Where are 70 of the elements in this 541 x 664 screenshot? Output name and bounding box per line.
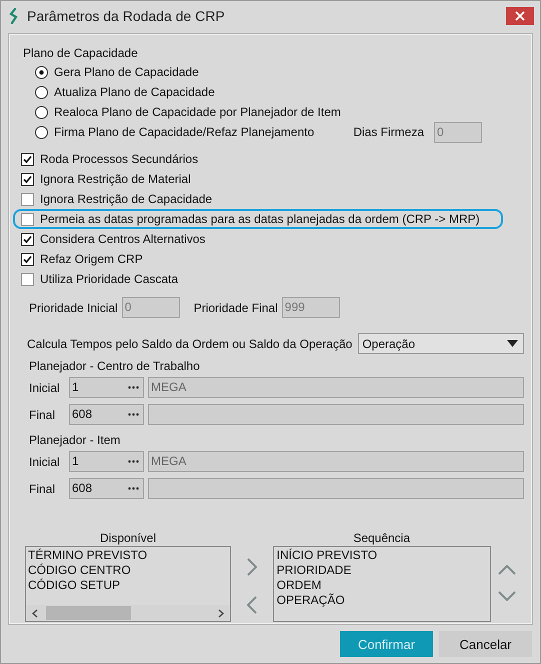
close-icon [515,11,525,21]
horizontal-scrollbar[interactable] [26,605,230,621]
move-left-icon[interactable] [246,596,257,614]
list-item[interactable]: CÓDIGO CENTRO [28,563,228,578]
radio-button[interactable] [35,106,48,118]
field-label: Inicial [29,454,61,468]
ellipsis-icon [128,487,139,490]
ellipsis-icon [128,460,139,463]
checkbox-label: Ignora Restrição de Material [40,172,191,186]
section-title: Plano de Capacidade [23,45,139,62]
code-field[interactable]: 1 [69,451,144,472]
sequence-list[interactable]: INÍCIO PREVISTO PRIORIDADE ORDEM OPERAÇÃO [272,546,491,622]
dropdown-arrow-icon [507,340,518,347]
move-up-icon[interactable] [498,565,516,575]
code-field[interactable]: 608 [69,404,144,425]
checkbox[interactable] [21,172,34,186]
scroll-right-icon[interactable] [218,608,224,618]
description-field[interactable]: MEGA [148,451,524,472]
close-button[interactable] [506,7,534,25]
radio-label: Gera Plano de Capacidade [54,65,199,79]
checkbox-label: Refaz Origem CRP [40,252,143,266]
checkbox-label: Utiliza Prioridade Cascata [40,272,178,286]
available-list[interactable]: TÉRMINO PREVISTO CÓDIGO CENTRO CÓDIGO SETUP [25,546,231,622]
checkbox[interactable] [21,232,34,246]
radio-label: Firma Plano de Capacidade/Refaz Planejamento [54,125,314,139]
checkbox[interactable] [21,272,34,286]
dropdown[interactable]: Operação [358,333,524,354]
code-field[interactable]: 1 [69,377,144,398]
radio-label: Realoca Plano de Capacidade por Planejador de Item [54,105,341,119]
scroll-left-icon[interactable] [32,608,38,618]
list-item[interactable]: INÍCIO PREVISTO [276,548,487,563]
checkbox[interactable] [21,212,34,226]
checkbox-label: Roda Processos Secundários [40,152,198,166]
checkbox[interactable] [21,252,34,266]
checkbox-label: Ignora Restrição de Capacidade [40,192,212,206]
field-label: Inicial [29,380,61,394]
field-label: Final [29,482,56,496]
cancel-button[interactable]: Cancelar [439,631,532,657]
group-title: Planejador - Item [29,432,122,448]
list-item[interactable]: CÓDIGO SETUP [28,578,228,593]
radio-button[interactable] [35,126,48,138]
ellipsis-icon [128,413,139,416]
radio-button[interactable] [35,66,48,78]
list-title: Sequência [353,530,410,546]
description-field[interactable] [148,478,524,499]
description-field[interactable]: MEGA [148,377,524,398]
checkbox-label: Permeia as datas programadas para as datas planejadas da ordem (CRP -> MRP) [40,212,480,226]
radio-button[interactable] [35,86,48,98]
move-down-icon[interactable] [498,591,516,601]
field-label: Final [29,408,56,422]
list-item[interactable]: PRIORIDADE [276,563,487,578]
list-item[interactable]: ORDEM [276,578,487,593]
field-label: Dias Firmeza [353,125,424,139]
list-item[interactable]: OPERAÇÃO [276,593,487,608]
app-logo-icon [9,8,19,24]
window-title: Parâmetros da Rodada de CRP [27,8,225,24]
checkbox[interactable] [21,152,34,166]
field-label: Calcula Tempos pelo Saldo da Ordem ou Saldo da Operação [27,336,352,350]
ellipsis-icon [128,386,139,389]
code-field[interactable]: 608 [69,478,144,499]
field-label: Prioridade Inicial [29,300,118,314]
list-item[interactable]: TÉRMINO PREVISTO [28,548,228,563]
radio-label: Atualiza Plano de Capacidade [54,85,215,99]
checkbox[interactable] [21,192,34,206]
checkbox-label: Considera Centros Alternativos [40,232,206,246]
group-title: Planejador - Centro de Trabalho [29,358,201,374]
field-label: Prioridade Final [194,300,278,314]
move-right-icon[interactable] [246,558,257,576]
list-title: Disponível [100,530,156,546]
description-field[interactable] [148,404,524,425]
